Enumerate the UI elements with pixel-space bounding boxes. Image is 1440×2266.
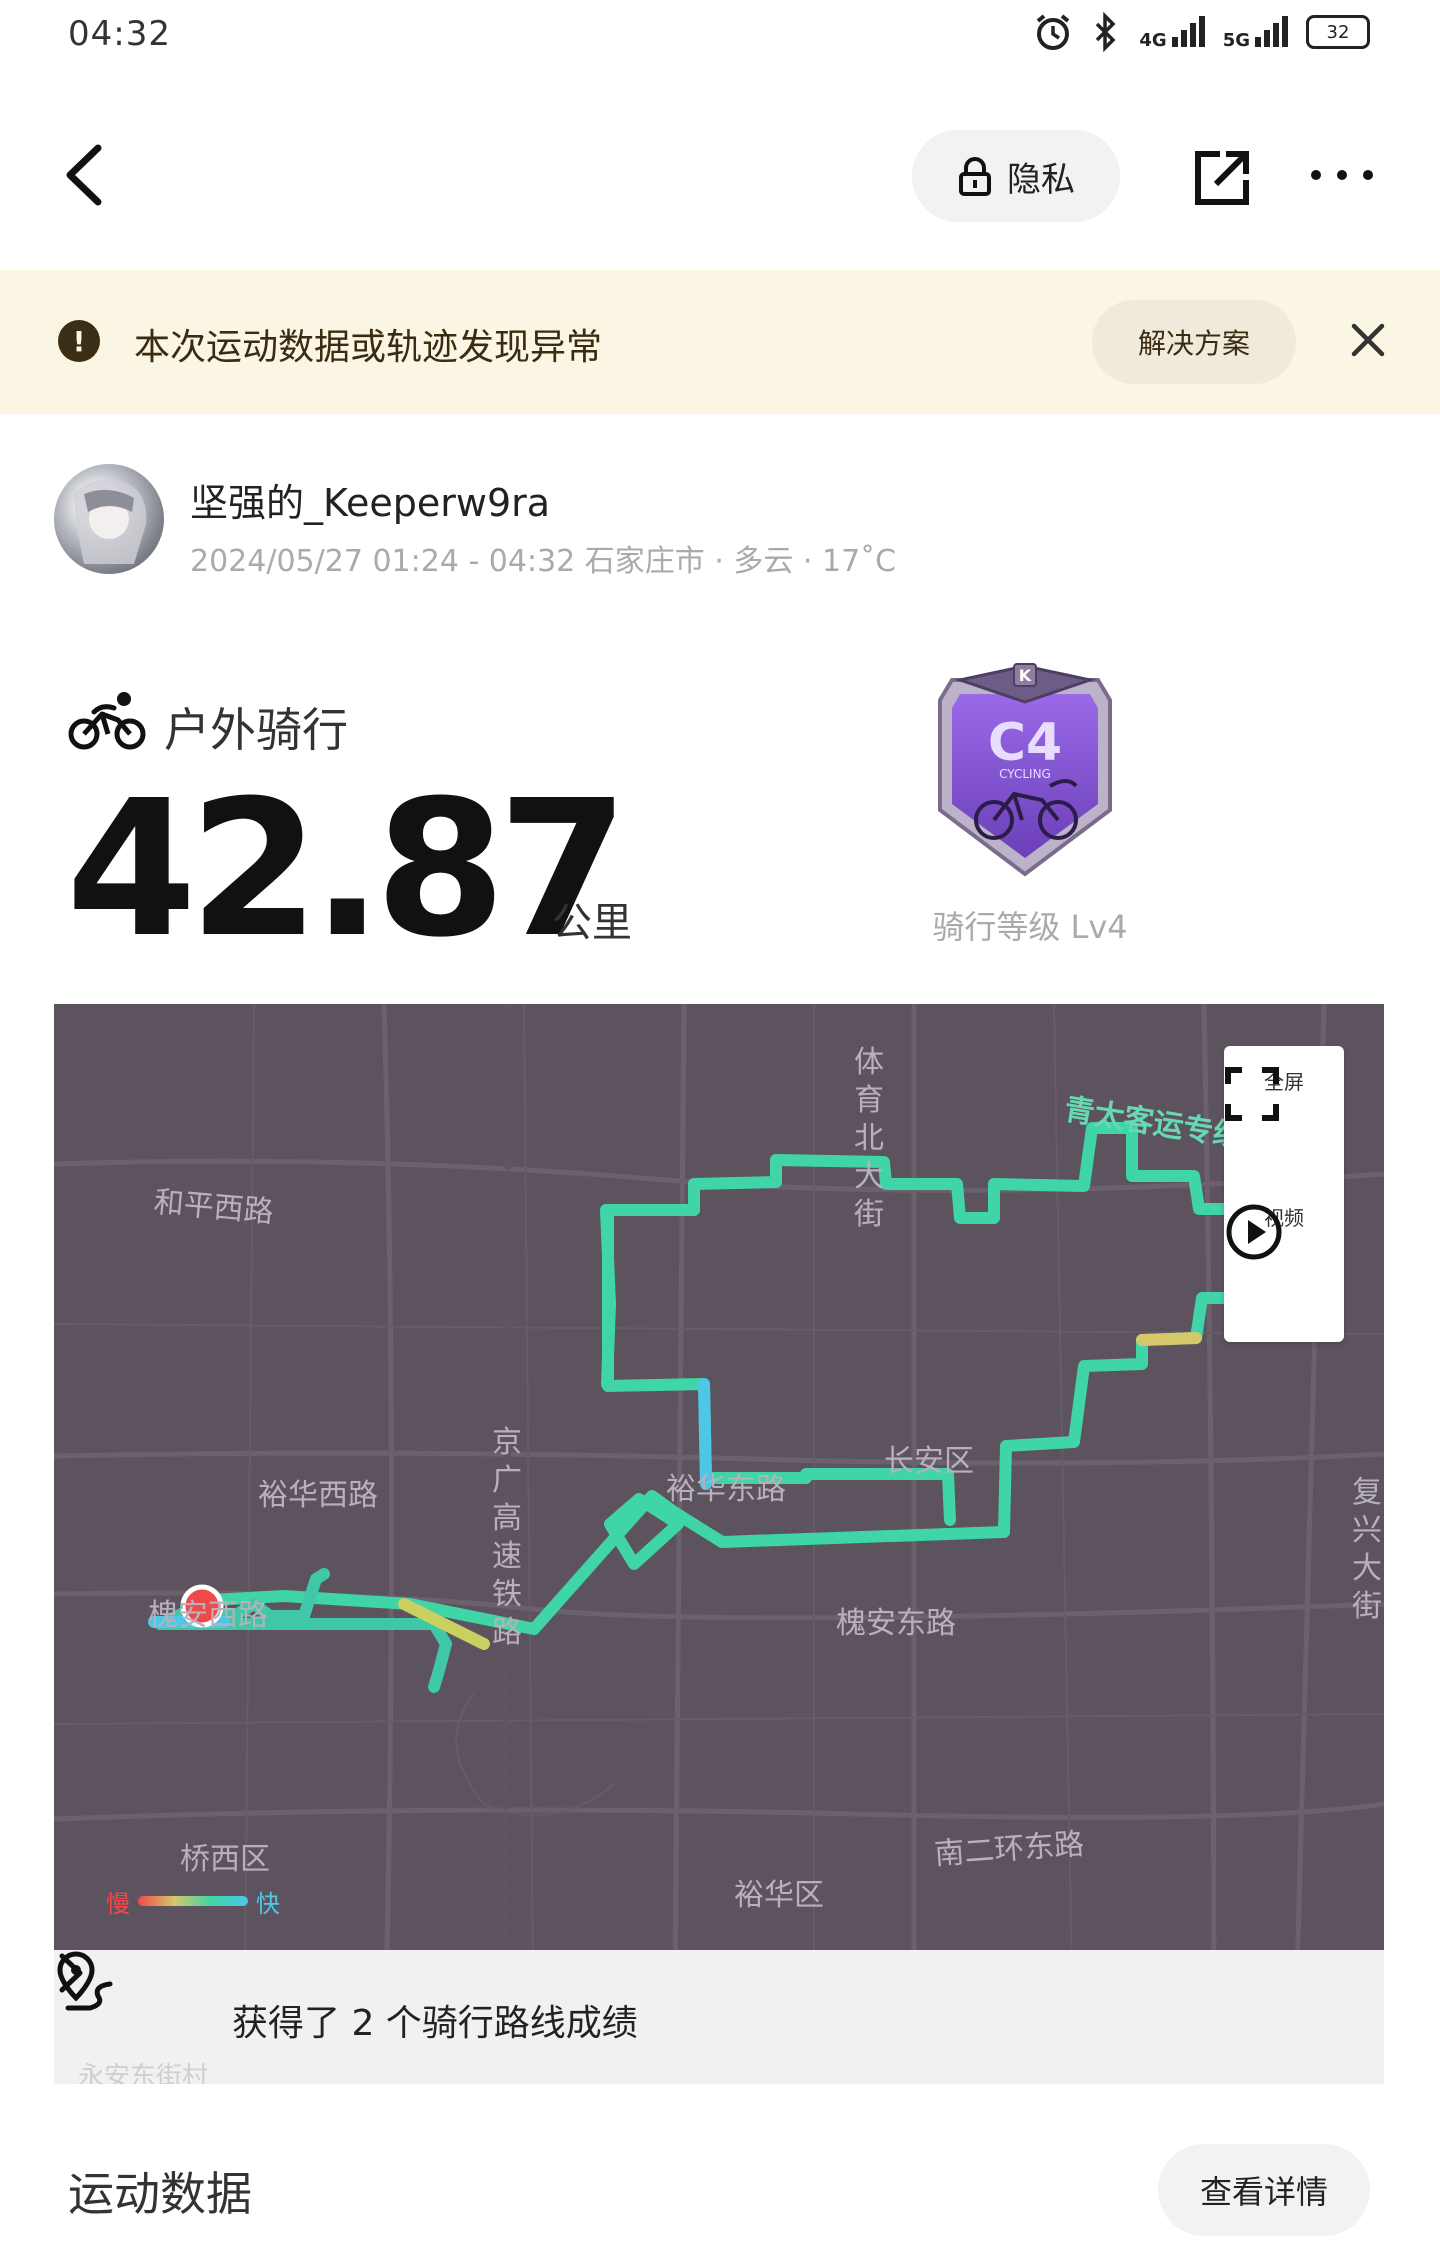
- workout-meta: 2024/05/27 01:24 - 04:32 石家庄市 · 多云 · 17˚…: [190, 544, 897, 579]
- lock-icon: [959, 157, 991, 196]
- map-label: 槐安东路: [836, 1606, 956, 1641]
- speed-gradient: [138, 1896, 248, 1906]
- status-time: 04:32: [68, 14, 171, 54]
- close-icon[interactable]: [1346, 318, 1390, 362]
- fullscreen-icon: [1225, 1067, 1279, 1121]
- badge-level: 骑行等级 Lv4: [932, 908, 1128, 946]
- distance-unit: 公里: [552, 900, 632, 946]
- alarm-icon: [1037, 14, 1070, 50]
- badge-top-letter: K: [1019, 666, 1032, 685]
- signal-icon: 4G: [1139, 15, 1205, 51]
- sport-type: 户外骑行: [164, 703, 348, 757]
- badge-subtitle: CYCLING: [999, 767, 1051, 781]
- solution-button[interactable]: 解决方案: [1092, 300, 1296, 384]
- exclamation-icon: !: [58, 320, 100, 362]
- bluetooth-icon: [1096, 12, 1116, 52]
- status-icons: 4G 5G 32: [1033, 10, 1370, 54]
- map-label: 裕华区: [734, 1878, 824, 1913]
- legend-fast: 快: [256, 1890, 280, 1918]
- battery-icon: 32: [1306, 15, 1370, 49]
- network-type-1: 4G: [1139, 30, 1167, 51]
- map-label: 京广高速铁路: [492, 1425, 522, 1650]
- fullscreen-button[interactable]: 全屏: [1224, 1066, 1344, 1121]
- cycling-icon: [68, 692, 146, 750]
- map-label: 槐安西路: [148, 1598, 268, 1633]
- map-label: 裕华东路: [666, 1472, 786, 1507]
- map-label: 体育北大街: [854, 1045, 884, 1232]
- chevron-right-icon: [59, 1953, 83, 1993]
- map-label: 复兴大街: [1352, 1475, 1382, 1624]
- network-type-2: 5G: [1222, 30, 1250, 51]
- map-label: 裕华西路: [258, 1478, 378, 1513]
- map-controls: 全屏 视频: [1224, 1046, 1344, 1342]
- cycling-level-badge[interactable]: K C4 CYCLING: [930, 660, 1120, 882]
- username[interactable]: 坚强的_Keeperw9ra: [190, 472, 550, 527]
- legend-slow: 慢: [106, 1890, 130, 1918]
- map-roads: [54, 1004, 1384, 2084]
- avatar[interactable]: [54, 464, 164, 574]
- privacy-label: 隐私: [1007, 159, 1075, 200]
- route-achievement-bar[interactable]: 获得了 2 个骑行路线成绩 永安东街村: [54, 1950, 1384, 2084]
- section-title: 运动数据: [68, 2167, 252, 2221]
- warning-message: 本次运动数据或轨迹发现异常: [134, 327, 603, 368]
- badge-code: C4: [988, 713, 1062, 773]
- play-icon: [1226, 1204, 1282, 1260]
- view-details-button[interactable]: 查看详情: [1158, 2144, 1370, 2236]
- more-icon[interactable]: [1306, 160, 1378, 190]
- achievement-text: 获得了 2 个骑行路线成绩: [232, 2003, 638, 2044]
- privacy-button[interactable]: 隐私: [912, 130, 1120, 222]
- map-label: 桥西区: [180, 1842, 270, 1877]
- back-button[interactable]: [58, 140, 114, 210]
- map-label: 长安区: [884, 1444, 974, 1479]
- map-label: 永安东街村: [78, 2062, 209, 2084]
- share-icon[interactable]: [1190, 146, 1254, 210]
- distance-value: 42.87: [66, 760, 629, 979]
- video-button[interactable]: 视频: [1224, 1202, 1344, 1260]
- signal-icon: 5G: [1222, 15, 1288, 51]
- route-map[interactable]: 体育北大街 青太客运专线 和平西路 裕华西路 京广高速铁路 裕华东路 长安区 槐…: [54, 1004, 1384, 2084]
